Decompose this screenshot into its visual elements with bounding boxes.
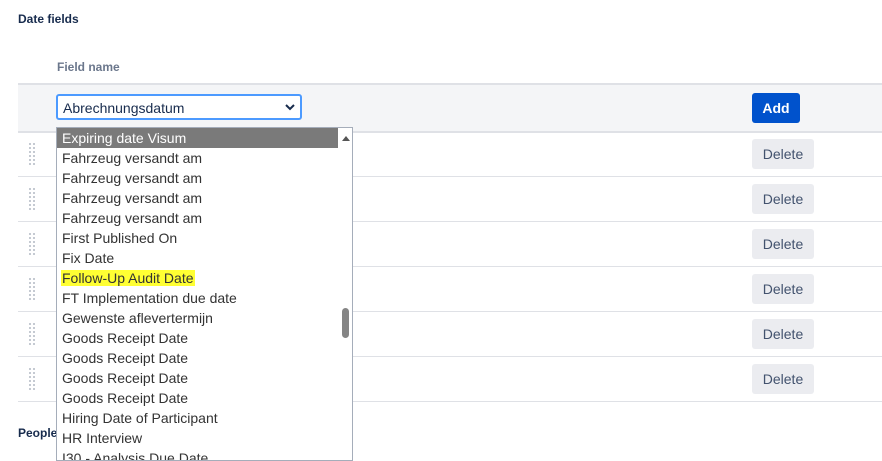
delete-button[interactable]: Delete	[752, 274, 814, 304]
dropdown-option-label: Goods Receipt Date	[62, 350, 189, 366]
dropdown-option-label: Fahrzeug versandt am	[62, 150, 203, 166]
dropdown-option[interactable]: Hiring Date of Participant	[57, 408, 338, 428]
dropdown-option[interactable]: I30 - Analysis Due Date	[57, 448, 338, 461]
dropdown-option[interactable]: Goods Receipt Date	[57, 328, 338, 348]
dropdown-option-label: Goods Receipt Date	[62, 370, 189, 386]
date-fields-title: Date fields	[18, 12, 79, 26]
dropdown-option-label: Hiring Date of Participant	[62, 410, 218, 426]
field-select-dropdown[interactable]: Expiring date Visum Fahrzeug versandt am…	[56, 127, 353, 461]
dropdown-scrollbar[interactable]	[339, 128, 352, 460]
dropdown-option[interactable]: First Published On	[57, 228, 338, 248]
delete-button[interactable]: Delete	[752, 139, 814, 169]
dropdown-option[interactable]: Goods Receipt Date	[57, 388, 338, 408]
delete-button[interactable]: Delete	[752, 229, 814, 259]
dropdown-option-label: Fahrzeug versandt am	[62, 190, 203, 206]
dropdown-option[interactable]: Follow-Up Audit Date	[57, 268, 338, 288]
drag-handle-icon[interactable]	[28, 232, 36, 256]
dropdown-option[interactable]: HR Interview	[57, 428, 338, 448]
dropdown-option-label: Goods Receipt Date	[62, 330, 189, 346]
add-button[interactable]: Add	[752, 93, 800, 123]
scrollbar-thumb[interactable]	[342, 308, 349, 338]
people-section-title: People	[18, 426, 58, 440]
drag-handle-icon[interactable]	[28, 277, 36, 301]
drag-handle-icon[interactable]	[28, 187, 36, 211]
dropdown-option[interactable]: Goods Receipt Date	[57, 368, 338, 388]
dropdown-option[interactable]: Fahrzeug versandt am	[57, 168, 338, 188]
drag-handle-icon[interactable]	[28, 367, 36, 391]
scroll-up-arrow-icon[interactable]	[342, 136, 350, 141]
field-select[interactable]: Abrechnungsdatum	[56, 94, 302, 120]
dropdown-option[interactable]: FT Implementation due date	[57, 288, 338, 308]
drag-handle-icon[interactable]	[28, 322, 36, 346]
dropdown-option-label: Gewenste aflevertermijn	[62, 310, 213, 326]
dropdown-options: Expiring date Visum Fahrzeug versandt am…	[57, 128, 338, 461]
field-select-value: Abrechnungsdatum	[63, 100, 185, 116]
dropdown-option-label: I30 - Analysis Due Date	[62, 450, 209, 461]
chevron-down-icon	[285, 104, 295, 111]
dropdown-option-label: Fahrzeug versandt am	[62, 170, 203, 186]
dropdown-option[interactable]: Gewenste aflevertermijn	[57, 308, 338, 328]
add-field-row: Abrechnungsdatum Add	[18, 83, 882, 133]
drag-handle-icon[interactable]	[28, 142, 36, 166]
dropdown-option-label: HR Interview	[62, 430, 143, 446]
dropdown-option[interactable]: Expiring date Visum	[57, 128, 338, 148]
delete-button[interactable]: Delete	[752, 319, 814, 349]
dropdown-option-label: Fix Date	[62, 250, 115, 266]
dropdown-option[interactable]: Fahrzeug versandt am	[57, 148, 338, 168]
dropdown-option-label: FT Implementation due date	[62, 290, 237, 306]
delete-button[interactable]: Delete	[752, 364, 814, 394]
dropdown-option[interactable]: Fahrzeug versandt am	[57, 208, 338, 228]
dropdown-option[interactable]: Goods Receipt Date	[57, 348, 338, 368]
field-name-column-header: Field name	[57, 60, 120, 74]
dropdown-option[interactable]: Fahrzeug versandt am	[57, 188, 338, 208]
dropdown-option-label: Follow-Up Audit Date	[61, 270, 195, 286]
dropdown-option[interactable]: Fix Date	[57, 248, 338, 268]
dropdown-option-label: Expiring date Visum	[62, 130, 187, 146]
dropdown-option-label: Goods Receipt Date	[62, 390, 189, 406]
dropdown-option-label: First Published On	[62, 230, 178, 246]
delete-button[interactable]: Delete	[752, 184, 814, 214]
dropdown-option-label: Fahrzeug versandt am	[62, 210, 203, 226]
